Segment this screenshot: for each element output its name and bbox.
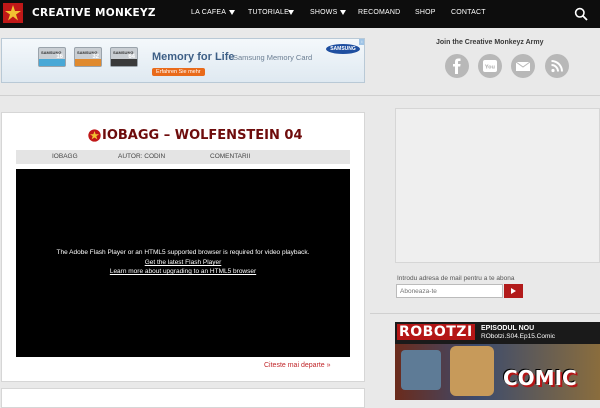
chevron-down-icon[interactable] [229, 10, 235, 15]
chevron-down-icon[interactable] [288, 10, 294, 15]
post-comments-link[interactable]: COMENTARII [210, 153, 250, 160]
top-navigation-bar: CREATIVE MONKEYZ LA CAFEA TUTORIALE SHOW… [0, 0, 600, 28]
ad-info-icon[interactable]: i [359, 39, 364, 45]
youtube-icon[interactable]: You [478, 54, 502, 78]
logo-star-icon[interactable] [3, 3, 23, 23]
post-meta-bar: IOBAGG AUTOR: CODIN COMENTARII [16, 150, 350, 164]
memory-card-image: SAMSUNG 16 [38, 47, 66, 67]
nav-item-shop[interactable]: SHOP [415, 9, 436, 16]
subscribe-submit-button[interactable] [504, 284, 523, 298]
svg-text:You: You [484, 65, 496, 71]
samsung-logo: SAMSUNG [326, 44, 360, 54]
player-message: The Adobe Flash Player or an HTML5 suppo… [56, 249, 310, 256]
ad-cta-button[interactable]: Erfahren Sie mehr [152, 68, 205, 76]
section-divider [0, 95, 600, 96]
memory-card-image: SAMSUNG 32 [74, 47, 102, 67]
post-card [1, 388, 365, 408]
robotzi-logo: ROBOTZI [397, 324, 475, 340]
social-title: Join the Creative Monkeyz Army [436, 39, 544, 46]
video-player[interactable]: The Adobe Flash Player or an HTML5 suppo… [16, 169, 350, 357]
html5-info-link[interactable]: Learn more about upgrading to an HTML5 b… [16, 268, 350, 275]
subscribe-email-input[interactable] [396, 284, 503, 298]
nav-item-contact[interactable]: CONTACT [451, 9, 486, 16]
ad-banner[interactable]: SAMSUNG 16 SAMSUNG 32 SAMSUNG 64 Memory … [1, 38, 365, 83]
facebook-icon[interactable] [445, 54, 469, 78]
robotzi-banner[interactable]: ROBOTZI EPISODUL NOU RObotzi.S04.Ep15.Co… [395, 322, 600, 400]
robotzi-episode-title: RObotzi.S04.Ep15.Comic [481, 333, 556, 340]
robot-character-image [401, 350, 441, 390]
post-author[interactable]: AUTOR: CODIN [118, 153, 165, 160]
search-icon[interactable] [574, 7, 588, 21]
read-more-link[interactable]: Citeste mai departe » [264, 362, 331, 369]
robot-character-image [450, 346, 494, 396]
subscribe-label: Introdu adresa de mail pentru a te abona [397, 275, 515, 282]
nav-item-shows[interactable]: SHOWS [310, 9, 337, 16]
nav-item-tutoriale[interactable]: TUTORIALE [248, 9, 289, 16]
robotzi-comic-text: COMIC [503, 366, 577, 390]
get-flash-link[interactable]: Get the latest Flash Player [16, 259, 350, 266]
post-category-link[interactable]: IOBAGG [52, 153, 78, 160]
chevron-down-icon[interactable] [340, 10, 346, 15]
site-logo-text[interactable]: CREATIVE MONKEYZ [32, 7, 156, 19]
sidebar-divider [370, 313, 600, 314]
card-capacity-label: 16 [56, 54, 63, 60]
star-icon [88, 129, 101, 142]
post-title[interactable]: IOBAGG – WOLFENSTEIN 04 [102, 128, 303, 143]
nav-item-recomand[interactable]: RECOMAND [358, 9, 400, 16]
ad-subline: Samsung Memory Card [233, 53, 313, 62]
rss-icon[interactable] [545, 54, 569, 78]
robotzi-episode-label: EPISODUL NOU [481, 325, 535, 332]
nav-item-la-cafea[interactable]: LA CAFEA [191, 9, 226, 16]
post-card: IOBAGG – WOLFENSTEIN 04 IOBAGG AUTOR: CO… [1, 112, 365, 382]
sidebar-ad-placeholder [395, 108, 600, 263]
card-capacity-label: 32 [92, 54, 99, 60]
email-icon[interactable] [511, 54, 535, 78]
ad-headline: Memory for Life [152, 51, 235, 63]
memory-card-image: SAMSUNG 64 [110, 47, 138, 67]
card-capacity-label: 64 [128, 54, 135, 60]
